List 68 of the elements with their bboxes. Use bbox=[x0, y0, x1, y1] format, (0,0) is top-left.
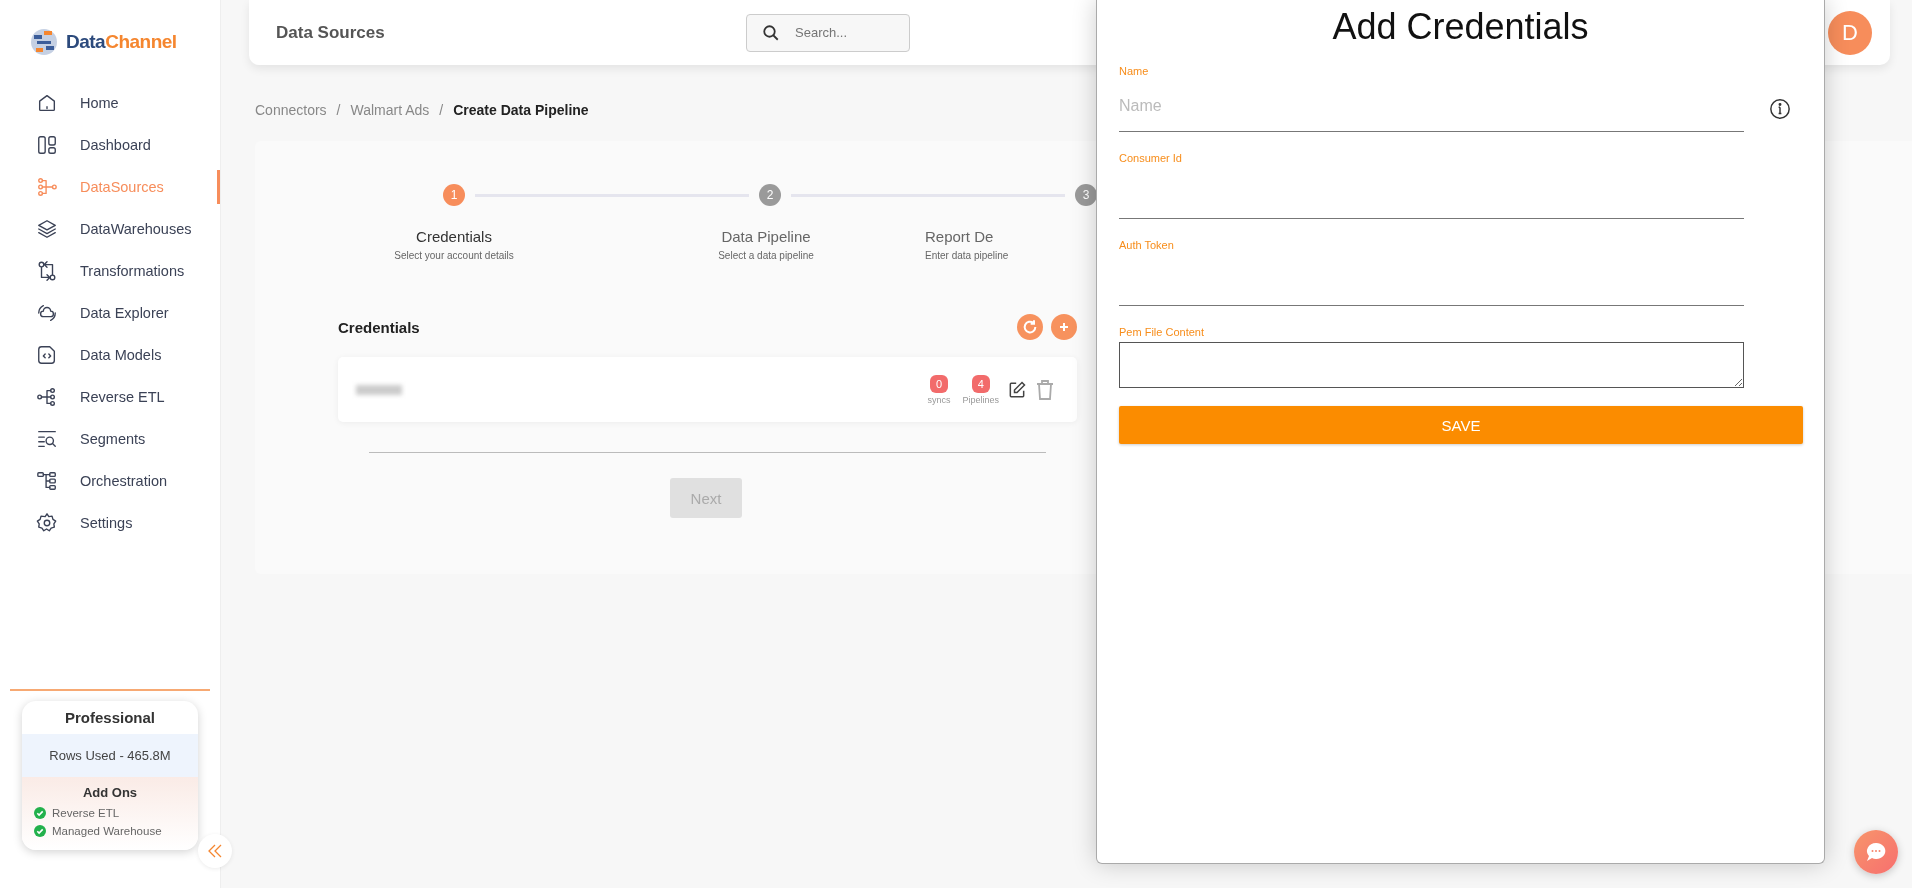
gear-icon bbox=[36, 512, 58, 534]
swap-icon bbox=[36, 260, 58, 282]
plus-icon bbox=[1059, 322, 1069, 332]
count-label: Pipelines bbox=[962, 394, 999, 405]
home-icon bbox=[36, 92, 58, 114]
plan-name: Professional bbox=[64, 708, 156, 728]
cloud-sync-icon bbox=[36, 302, 58, 324]
step-title: Report De bbox=[925, 228, 994, 245]
tree-icon bbox=[36, 386, 58, 408]
step-title: Credentials bbox=[416, 228, 492, 245]
text-area[interactable] bbox=[1119, 342, 1744, 388]
addon-label: Reverse ETL bbox=[52, 807, 120, 819]
rows-used: Rows Used - 465.8M bbox=[22, 734, 198, 777]
sidebar-item[interactable]: Orchestration bbox=[0, 460, 220, 502]
trash-icon bbox=[1035, 378, 1055, 401]
section-title: Credentials bbox=[338, 318, 421, 336]
logo-icon bbox=[28, 26, 60, 58]
page-title: Data Sources bbox=[276, 22, 386, 43]
code-file-icon bbox=[36, 344, 58, 366]
addon-label: Managed Warehouse bbox=[52, 825, 162, 837]
branch-icon bbox=[36, 176, 58, 198]
step-subtitle: Select a data pipeline bbox=[718, 250, 814, 261]
chat-button[interactable] bbox=[1854, 830, 1898, 874]
count-badge: 4 bbox=[971, 374, 990, 393]
field-label: Name bbox=[1119, 65, 1150, 79]
field-label: Auth Token bbox=[1119, 239, 1175, 253]
dashboard-icon bbox=[36, 134, 58, 156]
redacted-mark bbox=[356, 384, 402, 395]
count-label: syncs bbox=[927, 394, 951, 405]
breadcrumb-separator: / bbox=[439, 102, 444, 120]
double-chevron-icon bbox=[207, 843, 223, 859]
step-number: 1 bbox=[443, 184, 465, 206]
breadcrumb-separator: / bbox=[336, 102, 341, 120]
sidebar-item[interactable]: Reverse ETL bbox=[0, 376, 220, 418]
collapse-button[interactable] bbox=[198, 834, 232, 868]
hierarchy-icon bbox=[36, 470, 58, 492]
chat-bubble-icon bbox=[1864, 840, 1888, 864]
delete-button[interactable] bbox=[1035, 378, 1055, 401]
refresh-button[interactable] bbox=[1017, 314, 1043, 340]
addons-title: Add Ons bbox=[81, 785, 139, 800]
step-subtitle: Select your account details bbox=[394, 250, 514, 261]
logo-text: DataChannel bbox=[66, 31, 177, 53]
step-subtitle: Enter data pipeline bbox=[925, 250, 1009, 261]
field-label: Pem File Content bbox=[1119, 326, 1205, 340]
drawer-title: Add Credentials bbox=[1331, 6, 1590, 49]
edit-button[interactable] bbox=[1007, 379, 1027, 400]
search-icon bbox=[762, 23, 780, 42]
sidebar-item[interactable]: Home bbox=[0, 82, 220, 124]
add-button[interactable] bbox=[1051, 314, 1077, 340]
breadcrumb-item: Create Data Pipeline bbox=[453, 102, 589, 120]
sidebar-item[interactable]: Transformations bbox=[0, 250, 220, 292]
sidebar-item[interactable]: Settings bbox=[0, 502, 220, 544]
list-search-icon bbox=[36, 428, 58, 450]
refresh-icon bbox=[1022, 319, 1038, 335]
search-field[interactable]: Search... bbox=[746, 13, 910, 52]
step-title: Data Pipeline bbox=[721, 228, 811, 245]
step-number: 3 bbox=[1075, 184, 1097, 206]
field-label: Consumer Id bbox=[1119, 152, 1183, 166]
edit-icon bbox=[1007, 379, 1027, 400]
sidebar-item[interactable]: Segments bbox=[0, 418, 220, 460]
sidebar-item[interactable]: Data Models bbox=[0, 334, 220, 376]
layers-icon bbox=[36, 218, 58, 240]
sidebar-item[interactable]: Data Explorer bbox=[0, 292, 220, 334]
info-icon[interactable] bbox=[1769, 97, 1791, 120]
step-number: 2 bbox=[759, 184, 781, 206]
count-badge: 0 bbox=[929, 374, 948, 393]
sidebar-item[interactable]: DataWarehouses bbox=[0, 208, 220, 250]
sidebar-item[interactable]: Dashboard bbox=[0, 124, 220, 166]
